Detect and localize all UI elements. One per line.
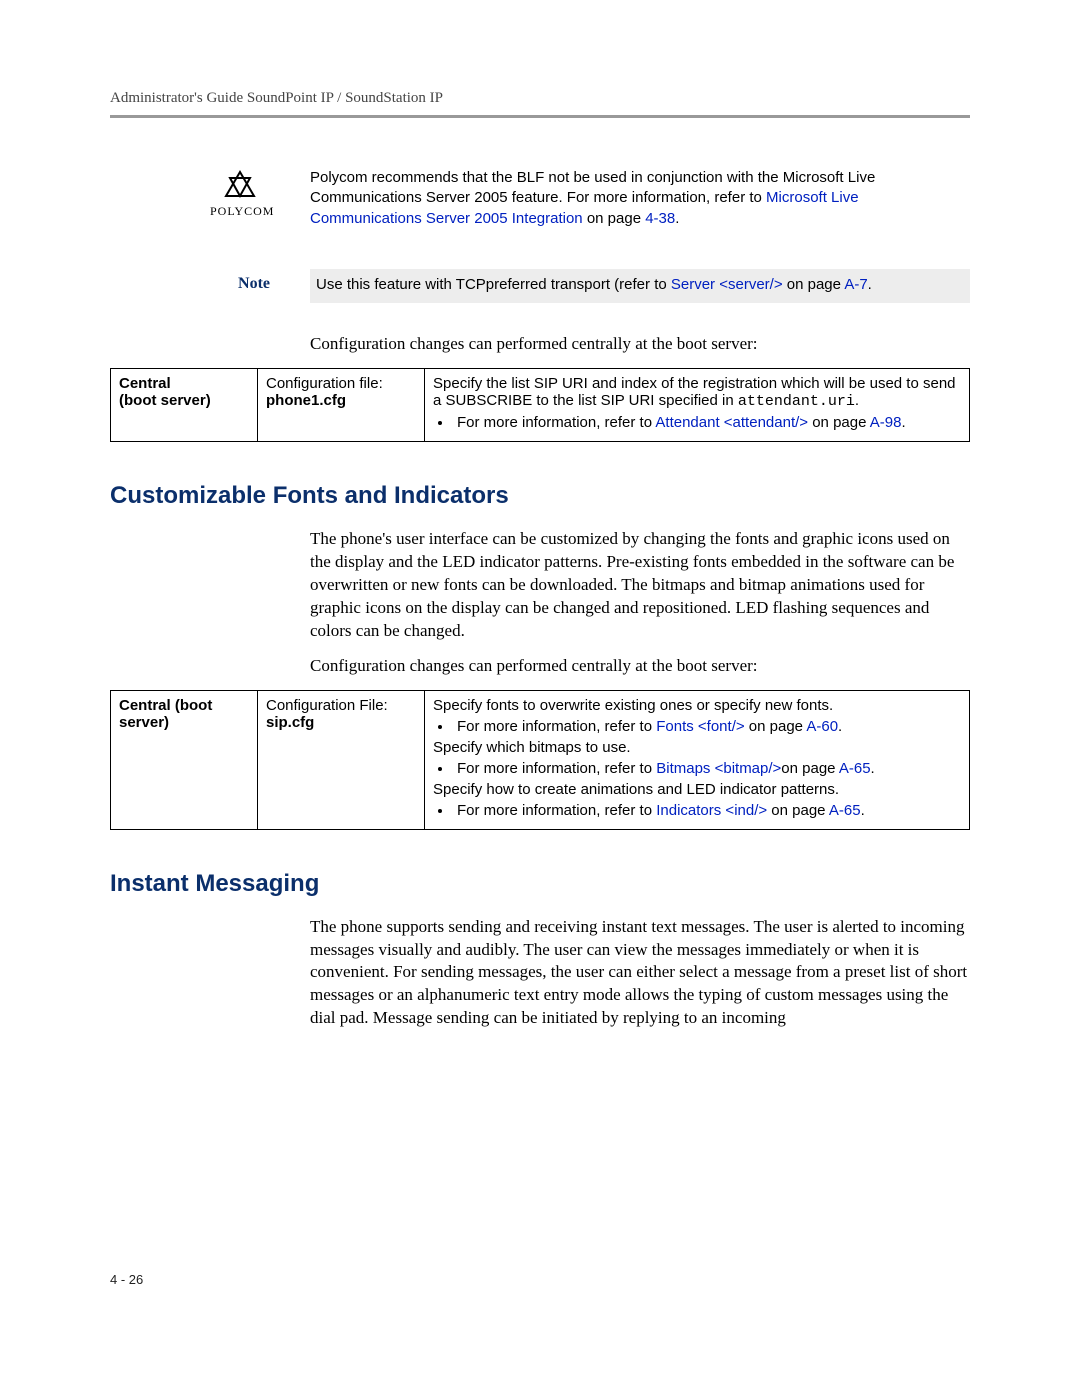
cell-desc: Specify the list SIP URI and index of th… <box>425 368 970 441</box>
body-paragraph: The phone's user interface can be custom… <box>310 528 970 643</box>
text: Central (boot server) <box>119 697 212 731</box>
text: . <box>868 276 872 293</box>
filename: sip.cfg <box>266 714 314 731</box>
page-ref[interactable]: A-65 <box>839 760 871 777</box>
running-header: Administrator's Guide SoundPoint IP / So… <box>110 90 970 107</box>
section-heading-im: Instant Messaging <box>110 870 970 898</box>
text: on page <box>767 802 829 819</box>
config-table-2: Central (boot server) Configuration File… <box>110 690 970 830</box>
cell-location: Central (boot server) <box>111 690 258 829</box>
list-item: For more information, refer to Fonts <fo… <box>453 718 961 735</box>
note-label-cell: Note <box>110 269 290 293</box>
text: on page <box>783 276 845 293</box>
code-text: attendant.uri <box>738 393 855 410</box>
note-label: Note <box>238 275 270 292</box>
table-row: Central (boot server) Configuration file… <box>111 368 970 441</box>
list-item: For more information, refer to Indicator… <box>453 802 961 819</box>
recommendation-block: POLYCOM Polycom recommends that the BLF … <box>110 168 970 229</box>
header-rule <box>110 115 970 118</box>
filename: phone1.cfg <box>266 392 346 409</box>
text: . <box>901 414 905 431</box>
text: Specify fonts to overwrite existing ones… <box>433 697 961 714</box>
section-heading-fonts: Customizable Fonts and Indicators <box>110 482 970 510</box>
polycom-logo-icon <box>222 170 258 202</box>
text: Configuration File: <box>266 697 388 714</box>
cell-location: Central (boot server) <box>111 368 258 441</box>
text: For more information, refer to <box>457 718 656 735</box>
text: on page <box>808 414 870 431</box>
text: . <box>871 760 875 777</box>
link-indicators[interactable]: Indicators <ind/> <box>656 802 767 819</box>
config-table-1: Central (boot server) Configuration file… <box>110 368 970 442</box>
text: Use this feature with TCPpreferred trans… <box>316 276 671 293</box>
link-bitmaps[interactable]: Bitmaps <bitmap/> <box>656 760 781 777</box>
page-ref[interactable]: A-60 <box>806 718 838 735</box>
text: For more information, refer to <box>457 802 656 819</box>
link-fonts[interactable]: Fonts <font/> <box>656 718 744 735</box>
cell-desc: Specify fonts to overwrite existing ones… <box>425 690 970 829</box>
page-ref[interactable]: A-98 <box>870 414 902 431</box>
text: Configuration file: <box>266 375 383 392</box>
bullet-list: For more information, refer to Attendant… <box>453 414 961 431</box>
page-ref[interactable]: A-65 <box>829 802 861 819</box>
text: . <box>855 392 859 409</box>
text: Central <box>119 375 171 392</box>
text: (boot server) <box>119 392 211 409</box>
text: . <box>838 718 842 735</box>
polycom-logo-text: POLYCOM <box>210 204 270 219</box>
body-paragraph: The phone supports sending and receiving… <box>310 916 970 1031</box>
note-body: Use this feature with TCPpreferred trans… <box>310 269 970 303</box>
bullet-list: For more information, refer to Bitmaps <… <box>453 760 961 777</box>
text: For more information, refer to <box>457 760 656 777</box>
text: on page <box>583 210 646 227</box>
body-paragraph: Configuration changes can performed cent… <box>310 333 970 356</box>
text: Specify which bitmaps to use. <box>433 739 961 756</box>
recommendation-text: Polycom recommends that the BLF not be u… <box>310 168 970 229</box>
text: . <box>675 210 679 227</box>
text: on page <box>745 718 807 735</box>
text: Specify how to create animations and LED… <box>433 781 961 798</box>
note-block: Note Use this feature with TCPpreferred … <box>110 269 970 303</box>
bullet-list: For more information, refer to Fonts <fo… <box>453 718 961 735</box>
logo-cell: POLYCOM <box>110 168 290 219</box>
page-number: 4 - 26 <box>110 1272 143 1287</box>
page-ref[interactable]: 4-38 <box>645 210 675 227</box>
link-attendant[interactable]: Attendant <attendant/> <box>655 414 808 431</box>
text: on page <box>781 760 839 777</box>
table-row: Central (boot server) Configuration File… <box>111 690 970 829</box>
body-paragraph: Configuration changes can performed cent… <box>310 655 970 678</box>
list-item: For more information, refer to Attendant… <box>453 414 961 431</box>
text: Specify the list SIP URI and index of th… <box>433 375 956 409</box>
cell-file: Configuration File: sip.cfg <box>258 690 425 829</box>
list-item: For more information, refer to Bitmaps <… <box>453 760 961 777</box>
bullet-list: For more information, refer to Indicator… <box>453 802 961 819</box>
page-ref[interactable]: A-7 <box>844 276 867 293</box>
page: Administrator's Guide SoundPoint IP / So… <box>0 0 1080 1397</box>
link-server[interactable]: Server <server/> <box>671 276 783 293</box>
text: For more information, refer to <box>457 414 655 431</box>
text: . <box>861 802 865 819</box>
cell-file: Configuration file: phone1.cfg <box>258 368 425 441</box>
